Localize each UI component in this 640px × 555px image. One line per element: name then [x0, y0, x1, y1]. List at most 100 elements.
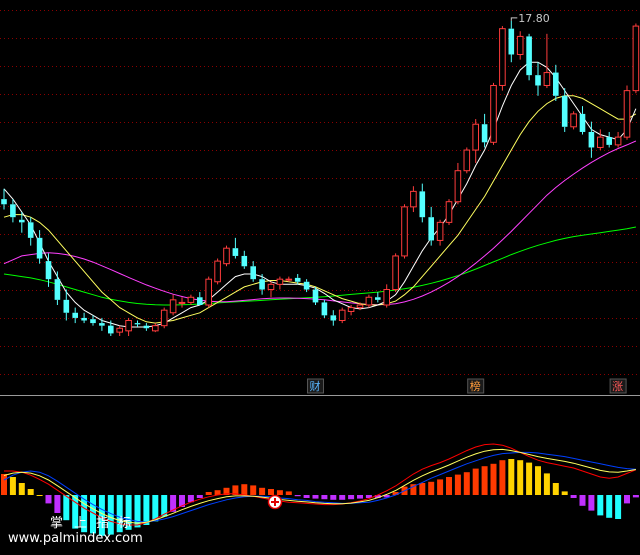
candle-up: [632, 23, 640, 94]
oscillator-bar: [454, 474, 461, 495]
oscillator-bar: [428, 481, 435, 495]
oscillator-bar: [357, 495, 363, 499]
candle-body: [223, 247, 230, 265]
candle-body: [383, 289, 390, 306]
oscillator-bar: [606, 495, 613, 518]
oscillator-bar: [303, 495, 310, 498]
candle-body: [276, 278, 284, 285]
candle-body: [526, 36, 532, 76]
candle-body: [392, 255, 399, 291]
candle-body: [454, 170, 462, 203]
candle-body: [169, 299, 177, 314]
candle-body: [152, 325, 159, 332]
candle-body: [63, 299, 70, 313]
candle-up: [623, 85, 631, 140]
oscillator-bar: [276, 490, 283, 495]
candle-up: [160, 307, 168, 329]
candle-up: [214, 258, 221, 285]
candle-body: [561, 95, 568, 127]
candle-up: [570, 111, 577, 130]
candle-body: [27, 222, 34, 238]
candle-body: [597, 136, 604, 148]
watermark-char: 掌: [50, 516, 63, 531]
candle-body: [108, 325, 114, 334]
candle-body: [36, 237, 43, 259]
oscillator-bar: [588, 495, 595, 511]
oscillator-bar: [481, 466, 488, 495]
oscillator-bar: [312, 495, 319, 499]
candle-body: [303, 281, 310, 290]
oscillator-bar: [517, 460, 524, 495]
oscillator-bar: [143, 495, 150, 525]
oscillator-bar: [1, 474, 7, 495]
candle-body: [428, 217, 434, 241]
candle-body: [294, 277, 301, 282]
oscillator-bar: [241, 484, 248, 495]
candle-up: [445, 199, 453, 225]
candle-up: [338, 307, 346, 324]
candle-body: [72, 312, 78, 318]
candle-up: [490, 82, 497, 145]
oscillator-bar: [259, 487, 266, 495]
oscillator-bar: [615, 495, 622, 519]
oscillator-bar: [597, 495, 604, 516]
oscillator-bar: [632, 495, 639, 498]
candle-body: [45, 261, 52, 280]
candle-body: [10, 204, 16, 218]
candle-up: [392, 253, 399, 293]
oscillator-bar: [196, 495, 203, 498]
event-tag-label: 榜: [470, 379, 481, 393]
oscillator-bar: [36, 495, 43, 496]
candle-body: [178, 301, 186, 304]
oscillator-bar: [526, 462, 533, 495]
candle-down: [312, 286, 319, 306]
candle-body: [232, 248, 239, 256]
oscillator-bar: [490, 463, 497, 495]
event-tag: 财: [307, 378, 324, 394]
watermark-char: 上: [74, 516, 87, 531]
candle-down: [321, 299, 328, 318]
candle-body: [481, 124, 488, 143]
oscillator-bar: [552, 483, 559, 495]
candle-body: [490, 84, 497, 143]
candle-body: [401, 206, 408, 257]
candle-body: [321, 302, 328, 316]
candle-body: [365, 296, 373, 306]
oscillator-bar: [499, 460, 506, 495]
candle-body: [330, 315, 337, 321]
candle-body: [99, 323, 105, 326]
candle-body: [499, 28, 506, 86]
candle-body: [553, 72, 559, 96]
candle-body: [535, 75, 541, 86]
oscillator-bar: [339, 495, 346, 500]
plus-icon: [267, 494, 283, 510]
event-tag-label: 涨: [612, 380, 623, 393]
event-tag: 榜: [467, 378, 485, 394]
candle-up: [223, 245, 230, 267]
candle-up: [463, 147, 471, 174]
oscillator-bar: [570, 495, 577, 498]
candle-body: [356, 304, 364, 309]
candle-body: [632, 25, 640, 92]
candle-body: [214, 260, 221, 283]
oscillator-bar: [472, 468, 479, 495]
oscillator-bar: [45, 495, 52, 504]
candle-body: [187, 296, 195, 303]
candle-body: [90, 319, 96, 324]
oscillator-bar: [268, 489, 274, 495]
oscillator-bar: [543, 473, 550, 495]
oscillator-bar: [205, 492, 212, 495]
candle-body: [347, 307, 355, 312]
candle-body: [125, 320, 132, 332]
oscillator-bar: [624, 495, 630, 504]
candle-up: [499, 26, 506, 91]
oscillator-bar: [294, 495, 301, 497]
candle-body: [241, 255, 248, 267]
candle-body: [267, 283, 275, 291]
candle-body: [54, 279, 61, 300]
candle-body: [516, 35, 524, 55]
candle-body: [410, 190, 417, 208]
oscillator-bar: [348, 495, 355, 500]
candle-up: [205, 276, 212, 308]
watermark-url: www.palmindex.com: [8, 531, 143, 546]
